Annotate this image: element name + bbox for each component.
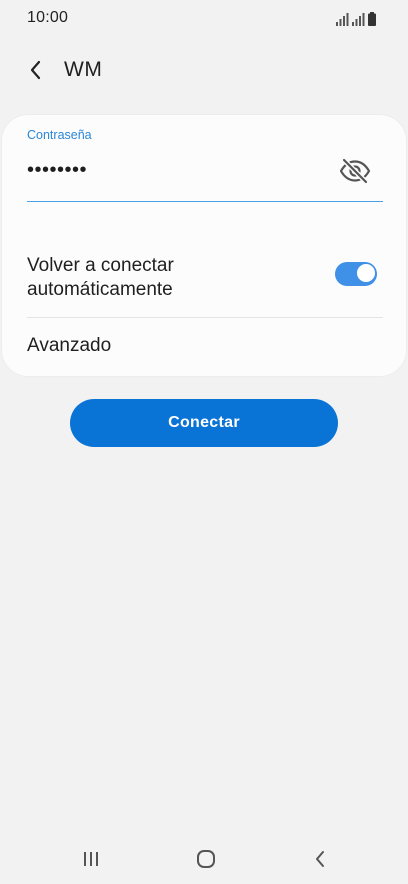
auto-reconnect-switch[interactable] [335, 262, 377, 286]
status-icons [336, 12, 376, 26]
auto-reconnect-row[interactable]: Volver a conectar automáticamente [2, 245, 406, 317]
password-label: Contraseña [27, 128, 92, 142]
switch-knob [356, 263, 376, 283]
password-visibility-toggle[interactable] [335, 153, 375, 189]
status-bar: 10:00 [0, 0, 408, 40]
chevron-left-icon [30, 60, 41, 80]
recents-icon [84, 852, 98, 866]
navigation-bar [0, 836, 408, 884]
network-settings-card: Contraseña •••••••• Volver a conectar au… [2, 115, 406, 376]
signal-icon [352, 13, 365, 26]
advanced-row[interactable]: Avanzado [2, 318, 406, 374]
home-button[interactable] [184, 844, 228, 874]
nav-back-button[interactable] [298, 844, 342, 874]
eye-off-icon [339, 158, 371, 184]
auto-reconnect-label: Volver a conectar automáticamente [27, 255, 174, 300]
back-button[interactable] [18, 52, 54, 88]
connect-button[interactable]: Conectar [70, 399, 338, 447]
status-time: 10:00 [27, 9, 69, 26]
battery-icon [368, 12, 376, 26]
password-field[interactable]: •••••••• [27, 160, 87, 180]
signal-icon [336, 13, 349, 26]
home-icon [197, 850, 215, 868]
page-title: WM [64, 58, 103, 81]
password-underline [27, 201, 383, 202]
advanced-label: Avanzado [27, 335, 112, 356]
recents-button[interactable] [69, 844, 113, 874]
top-app-bar: WM [0, 48, 408, 92]
back-icon [316, 851, 324, 867]
